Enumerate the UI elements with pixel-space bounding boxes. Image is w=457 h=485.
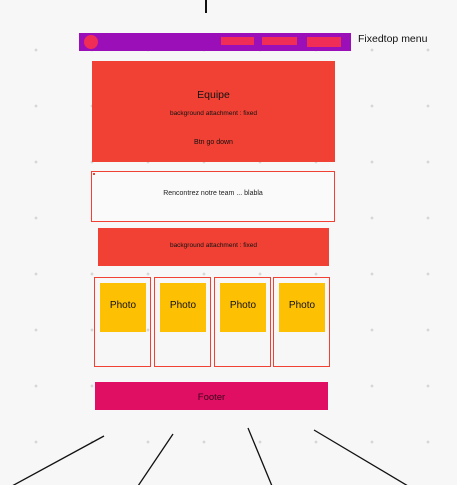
photo-label: Photo [169,300,197,311]
team-intro-section: Rencontrez notre team ... blabla [91,171,335,222]
photo-card-1: Photo [94,277,151,367]
photo-placeholder: Photo [279,283,325,332]
connector-line-3 [247,427,273,485]
footer-section: Footer [95,382,328,410]
fixed-background-band: background attachment : fixed [98,228,329,266]
photo-placeholder: Photo [220,283,266,332]
fixedtop-menu-bar [79,33,351,51]
team-intro-text: Rencontrez notre team ... blabla [163,190,263,197]
photo-label: Photo [229,300,257,311]
photo-card-2: Photo [154,277,211,367]
hero-title: Equipe [197,89,230,101]
band-text: background attachment : fixed [169,242,258,249]
hero-button-label: Btn go down [194,139,233,146]
photo-card-3: Photo [214,277,271,367]
photo-label: Photo [288,300,316,311]
footer-text: Footer [197,392,226,403]
photo-card-4: Photo [273,277,330,367]
menu-item-1 [221,37,254,45]
photo-placeholder: Photo [160,283,206,332]
menu-item-2 [262,37,297,45]
menu-item-3 [307,37,341,47]
hero-subtitle: background attachment : fixed [169,110,258,117]
hero-section: Equipe background attachment : fixed Btn… [92,61,335,162]
menu-caption: Fixedtop menu [358,33,428,45]
logo-dot [84,35,98,49]
canvas: { "menu": { "caption": "Fixedtop menu" }… [0,0,457,485]
photo-placeholder: Photo [100,283,146,332]
connector-line-4 [313,429,408,485]
connector-line-1 [12,435,105,485]
photo-label: Photo [109,300,137,311]
connector-line-2 [137,433,174,485]
corner-marker [93,173,95,175]
